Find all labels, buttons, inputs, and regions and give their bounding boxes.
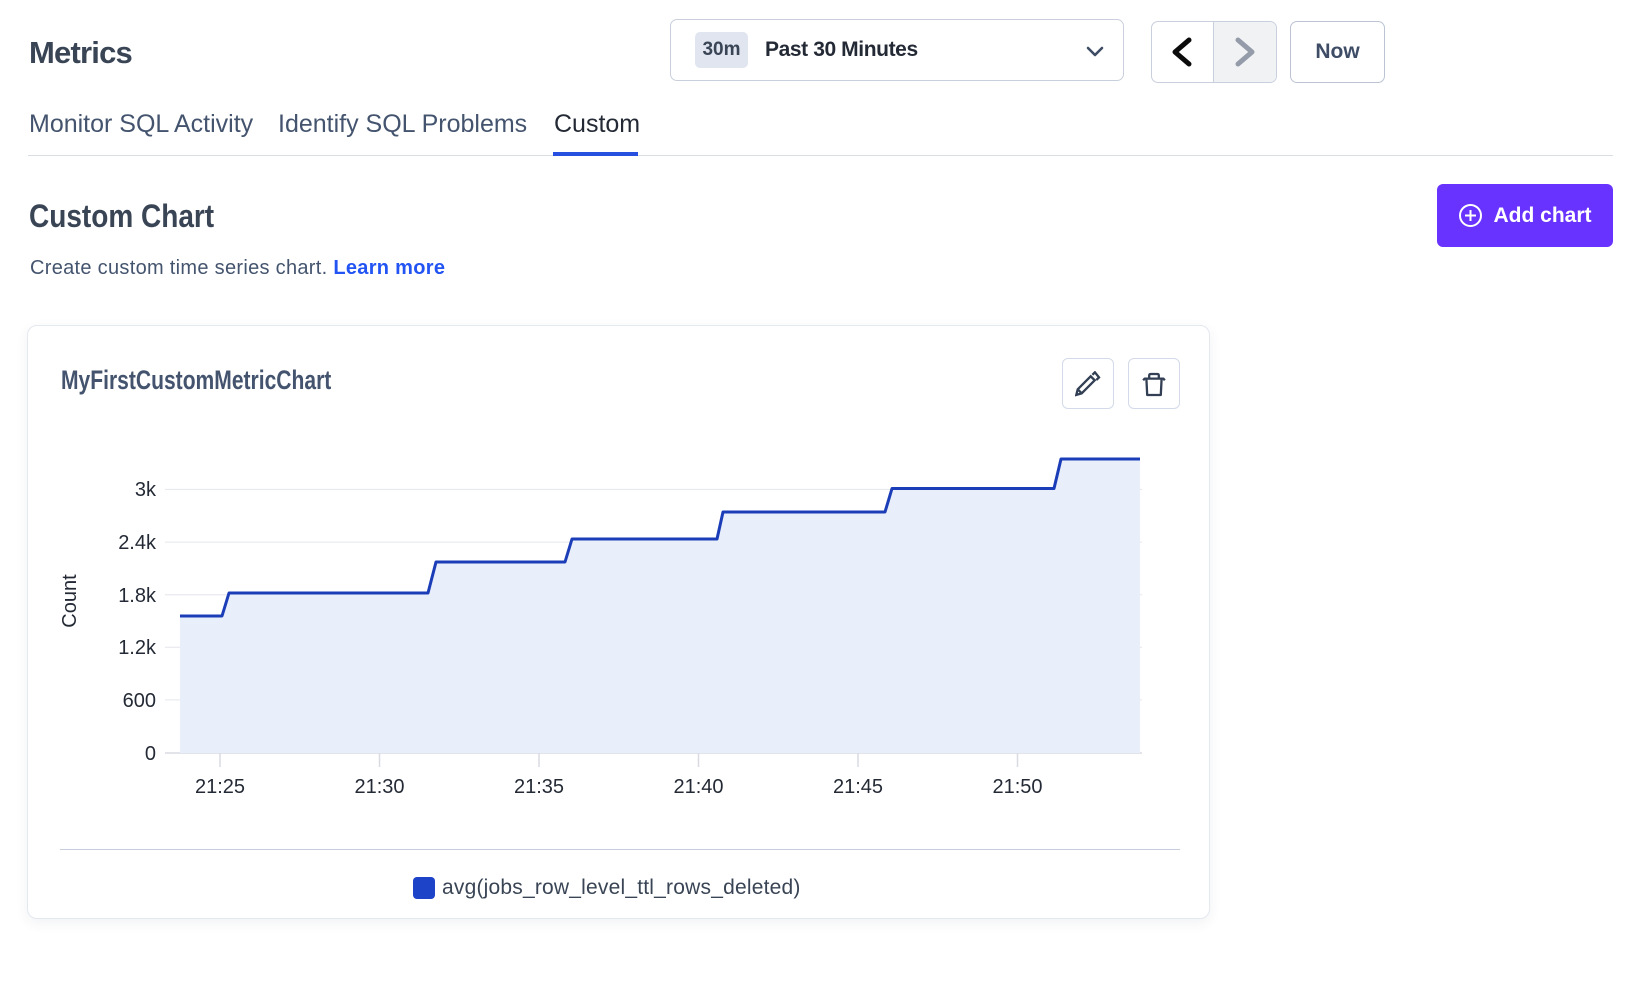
svg-text:3k: 3k (135, 479, 157, 501)
svg-text:21:30: 21:30 (354, 776, 404, 798)
svg-text:600: 600 (123, 690, 156, 712)
svg-text:21:35: 21:35 (514, 776, 564, 798)
svg-text:21:45: 21:45 (833, 776, 883, 798)
svg-text:21:50: 21:50 (992, 776, 1042, 798)
svg-text:2.4k: 2.4k (118, 532, 157, 554)
svg-text:21:40: 21:40 (673, 776, 723, 798)
svg-text:Count: Count (59, 574, 81, 628)
svg-text:0: 0 (145, 743, 156, 765)
svg-text:1.2k: 1.2k (118, 637, 157, 659)
svg-text:1.8k: 1.8k (118, 585, 157, 607)
svg-text:21:25: 21:25 (195, 776, 245, 798)
